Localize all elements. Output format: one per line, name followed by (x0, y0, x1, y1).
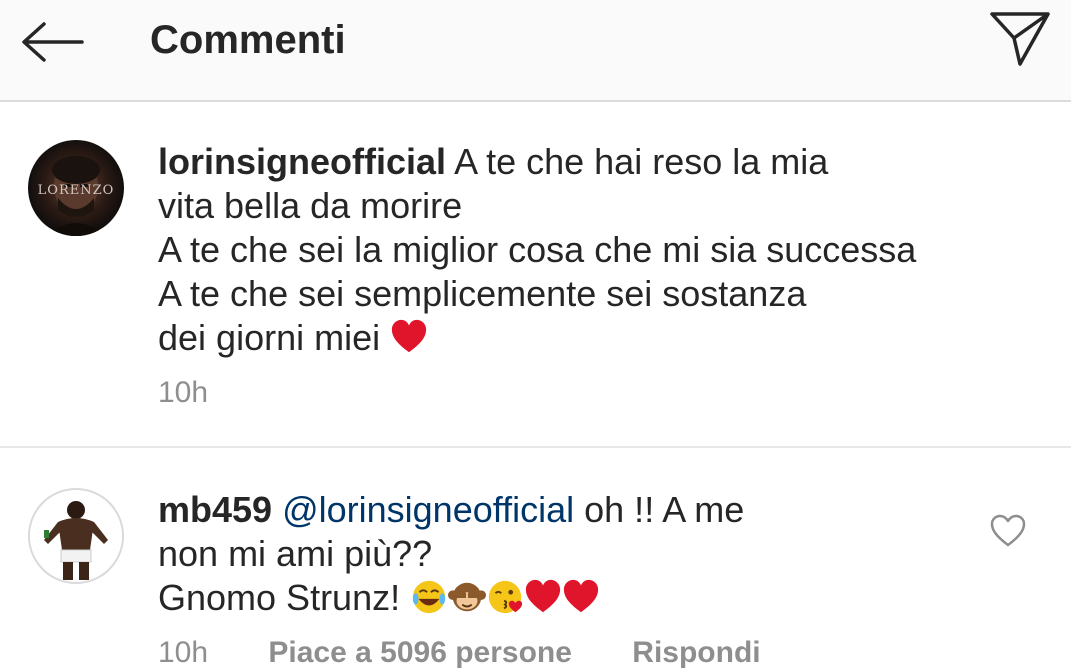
send-icon (990, 12, 1050, 66)
reply-button[interactable]: Rispondi (632, 636, 760, 669)
comment-text: lorinsigneofficial A te che hai reso la … (158, 140, 978, 360)
avatar-image (30, 490, 122, 582)
page-title: Commenti (150, 18, 346, 62)
username[interactable]: lorinsigneofficial (158, 141, 446, 182)
comment-meta: 10h (158, 376, 260, 410)
comment-meta: 10h Piace a 5096 persone Rispondi (158, 636, 813, 670)
kissing-heart-emoji (488, 580, 523, 614)
caption-comment: LORENZO lorinsigneofficial A te che hai … (0, 104, 1071, 446)
red-heart-emoji (392, 319, 427, 353)
see-no-evil-monkey-emoji (448, 582, 487, 612)
back-button[interactable] (16, 14, 88, 70)
top-bar: Commenti (0, 0, 1071, 102)
tears-of-joy-emoji (412, 580, 446, 614)
send-button[interactable] (982, 4, 1058, 72)
mention-link[interactable]: @lorinsigneofficial (282, 489, 574, 530)
avatar[interactable]: LORENZO (28, 140, 124, 236)
comment-line: A te che sei la miglior cosa che mi sia … (158, 229, 917, 270)
red-heart-emoji (526, 579, 561, 613)
comment-line: Gnomo Strunz! (158, 576, 858, 620)
comment-line: A te che sei semplicemente sei sostanza (158, 273, 807, 314)
comment-line: lorinsigneofficial A te che hai reso la … (158, 141, 829, 182)
avatar[interactable] (28, 488, 124, 584)
comment: mb459 @lorinsigneofficial oh !! A me non… (0, 448, 1071, 670)
timestamp: 10h (158, 636, 209, 669)
like-heart-icon[interactable] (990, 514, 1026, 548)
avatar-image: LORENZO (38, 156, 115, 236)
avatar-watermark: LORENZO (38, 183, 115, 198)
back-arrow-icon (22, 22, 84, 62)
comment-text: mb459 @lorinsigneofficial oh !! A me non… (158, 488, 858, 620)
red-heart-emoji (564, 579, 599, 613)
likes-count-link[interactable]: Piace a 5096 persone (268, 636, 572, 669)
username[interactable]: mb459 (158, 489, 272, 530)
comment-line: dei giorni miei (158, 316, 978, 360)
comment-line: non mi ami più?? (158, 533, 433, 574)
comment-line: vita bella da morire (158, 185, 463, 226)
timestamp: 10h (158, 376, 209, 409)
comment-line: mb459 @lorinsigneofficial oh !! A me (158, 489, 745, 530)
